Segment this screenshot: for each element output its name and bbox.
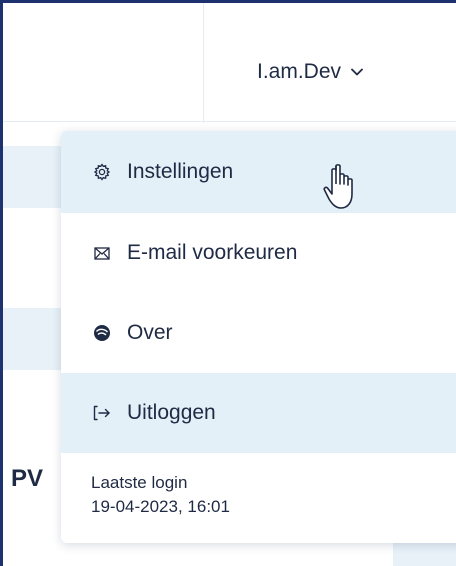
last-login-value: 19-04-2023, 16:01 [91,497,230,516]
header-bottom-border [3,121,456,122]
user-menu-button[interactable]: I.am.Dev [257,60,363,84]
gear-icon [91,161,113,183]
menu-item-label: Uitloggen [127,401,216,424]
menu-item-label: Over [127,321,173,344]
envelope-icon [91,242,113,264]
chevron-down-icon [351,68,363,76]
info-circle-icon [91,322,113,344]
menu-item-label: Instellingen [127,160,234,183]
app-frame: PV I.am.Dev Instellingen E-mail voorkeur… [0,0,456,566]
menu-item-settings[interactable]: Instellingen [61,131,456,213]
last-login-label: Laatste login [91,473,188,492]
background-partial-text: PV [11,465,44,492]
logout-icon [91,402,113,424]
user-dropdown-menu: Instellingen E-mail voorkeuren Over Uitl… [61,131,456,543]
menu-item-email-preferences[interactable]: E-mail voorkeuren [61,213,456,293]
last-login-info: Laatste login 19-04-2023, 16:01 [61,453,456,519]
menu-item-label: E-mail voorkeuren [127,241,298,264]
header-divider [203,3,204,123]
hand-pointer-icon [323,163,365,218]
menu-item-logout[interactable]: Uitloggen [61,373,456,453]
username-label: I.am.Dev [257,60,342,83]
menu-item-about[interactable]: Over [61,293,456,373]
